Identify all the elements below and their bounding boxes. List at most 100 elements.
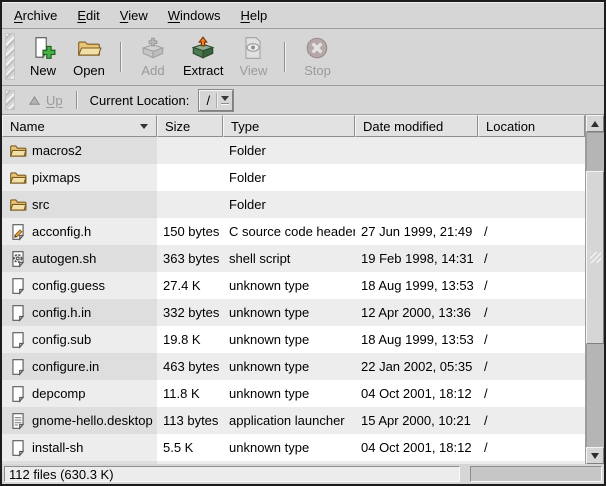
file-name: autogen.sh: [32, 251, 96, 266]
file-date-modified-cell: [355, 137, 478, 164]
view-icon: [240, 35, 266, 61]
column-header-label: Name: [10, 119, 45, 134]
table-row[interactable]: gnome-hello.desktop 113 bytesapplication …: [2, 407, 585, 434]
menu-view[interactable]: View: [110, 4, 158, 27]
file-name: gnome-hello.desktop: [32, 413, 153, 428]
menu-edit[interactable]: Edit: [67, 4, 109, 27]
add-icon: [140, 35, 166, 61]
file-name-cell: pixmaps: [2, 164, 157, 191]
table-row[interactable]: install-sh5.5 Kunknown type04 Oct 2001, …: [2, 434, 585, 461]
file-location-cell: [478, 191, 585, 218]
table-row[interactable]: acconfig.h150 bytesC source code header2…: [2, 218, 585, 245]
table-row[interactable]: configure.in463 bytesunknown type22 Jan …: [2, 353, 585, 380]
table-row[interactable]: config.sub19.8 Kunknown type18 Aug 1999,…: [2, 326, 585, 353]
scrollbar-trough[interactable]: [586, 132, 604, 447]
location-combo[interactable]: /: [198, 89, 234, 112]
file-name-cell: src: [2, 191, 157, 218]
table-row[interactable]: macros2 Folder: [2, 137, 585, 164]
stop-button: Stop: [294, 33, 340, 80]
chevron-down-icon[interactable]: [217, 96, 232, 105]
table-row[interactable]: pixmaps Folder: [2, 164, 585, 191]
document-icon: [9, 358, 27, 376]
up-arrow-icon: [27, 93, 42, 108]
launcher-icon: [9, 412, 27, 430]
scroll-down-button[interactable]: [586, 447, 604, 464]
toolbar-drag-handle[interactable]: [5, 33, 15, 80]
file-type-cell: unknown type: [223, 434, 355, 461]
file-date-modified-cell: 27 Jun 1999, 21:49: [355, 218, 478, 245]
progress-area: [470, 466, 602, 482]
status-text: 112 files (630.3 K): [9, 467, 114, 482]
toolbar-button-label: New: [30, 63, 56, 78]
file-location-cell: /: [478, 380, 585, 407]
column-header-size[interactable]: Size: [157, 115, 223, 137]
file-date-modified-cell: [355, 164, 478, 191]
file-date-modified-cell: 15 Apr 2000, 10:21: [355, 407, 478, 434]
file-size-cell: 5.5 K: [157, 434, 223, 461]
add-button: Add: [130, 33, 176, 80]
file-name: configure.in: [32, 359, 99, 374]
file-size-cell: 19.8 K: [157, 326, 223, 353]
table-row[interactable]: depcomp11.8 Kunknown type04 Oct 2001, 18…: [2, 380, 585, 407]
file-type-cell: shell script: [223, 245, 355, 272]
locationbar-drag-handle[interactable]: [5, 90, 15, 110]
column-header-name[interactable]: Name: [2, 115, 157, 137]
table-row[interactable]: autogen.sh 363 bytesshell script19 Feb 19…: [2, 245, 585, 272]
file-size-cell: 363 bytes: [157, 245, 223, 272]
file-date-modified-cell: 19 Feb 1998, 14:31: [355, 245, 478, 272]
file-location-cell: /: [478, 299, 585, 326]
new-archive-icon: [30, 35, 56, 61]
scrollbar-thumb[interactable]: [586, 171, 604, 344]
toolbar-button-label: Extract: [183, 63, 223, 78]
file-location-cell: /: [478, 353, 585, 380]
document-icon: [9, 439, 27, 457]
file-date-modified-cell: [355, 191, 478, 218]
file-location-cell: /: [478, 245, 585, 272]
file-name: config.guess: [32, 278, 105, 293]
file-type-cell: unknown type: [223, 326, 355, 353]
file-name-cell: config.guess: [2, 272, 157, 299]
column-header-location[interactable]: Location: [478, 115, 585, 137]
menu-windows[interactable]: Windows: [158, 4, 231, 27]
toolbar-button-label: Stop: [304, 63, 331, 78]
table-row[interactable]: config.guess27.4 Kunknown type18 Aug 199…: [2, 272, 585, 299]
file-location-cell: /: [478, 407, 585, 434]
scroll-down-icon: [591, 453, 599, 459]
file-date-modified-cell: 12 Apr 2000, 13:36: [355, 299, 478, 326]
extract-button[interactable]: Extract: [176, 33, 230, 80]
column-header-label: Type: [231, 119, 259, 134]
toolbar-button-label: Add: [141, 63, 164, 78]
file-location-cell: /: [478, 272, 585, 299]
file-name-cell: gnome-hello.desktop: [2, 407, 157, 434]
file-location-cell: /: [478, 434, 585, 461]
vertical-scrollbar[interactable]: [585, 115, 604, 464]
file-name-cell: config.sub: [2, 326, 157, 353]
file-type-cell: Folder: [223, 164, 355, 191]
file-name: src: [32, 197, 49, 212]
toolbar: NewOpenAddExtractViewStop: [2, 29, 604, 86]
file-name-cell: autogen.sh: [2, 245, 157, 272]
menu-archive[interactable]: Archive: [4, 4, 67, 27]
column-header-label: Location: [486, 119, 535, 134]
file-size-cell: 113 bytes: [157, 407, 223, 434]
scroll-up-button[interactable]: [586, 115, 604, 132]
status-message-area: 112 files (630.3 K): [4, 466, 460, 482]
open-button[interactable]: Open: [66, 33, 112, 80]
file-type-cell: Folder: [223, 137, 355, 164]
menu-help[interactable]: Help: [230, 4, 277, 27]
archive-manager-window: ArchiveEditViewWindowsHelp New Open Add Ext…: [0, 0, 606, 486]
file-name-cell: install-sh: [2, 434, 157, 461]
file-name-cell: acconfig.h: [2, 218, 157, 245]
file-name-cell: configure.in: [2, 353, 157, 380]
column-header-type[interactable]: Type: [223, 115, 355, 137]
file-name-cell: macros2: [2, 137, 157, 164]
file-list-body: macros2FolderpixmapsFoldersrcFolderaccon…: [2, 137, 585, 464]
column-header-date-modified[interactable]: Date modified: [355, 115, 478, 137]
file-name: config.sub: [32, 332, 91, 347]
file-location-cell: /: [478, 326, 585, 353]
table-row[interactable]: srcFolder: [2, 191, 585, 218]
new-button[interactable]: New: [20, 33, 66, 80]
file-type-cell: application launcher: [223, 407, 355, 434]
table-row[interactable]: config.h.in332 bytesunknown type12 Apr 2…: [2, 299, 585, 326]
file-size-cell: [157, 191, 223, 218]
